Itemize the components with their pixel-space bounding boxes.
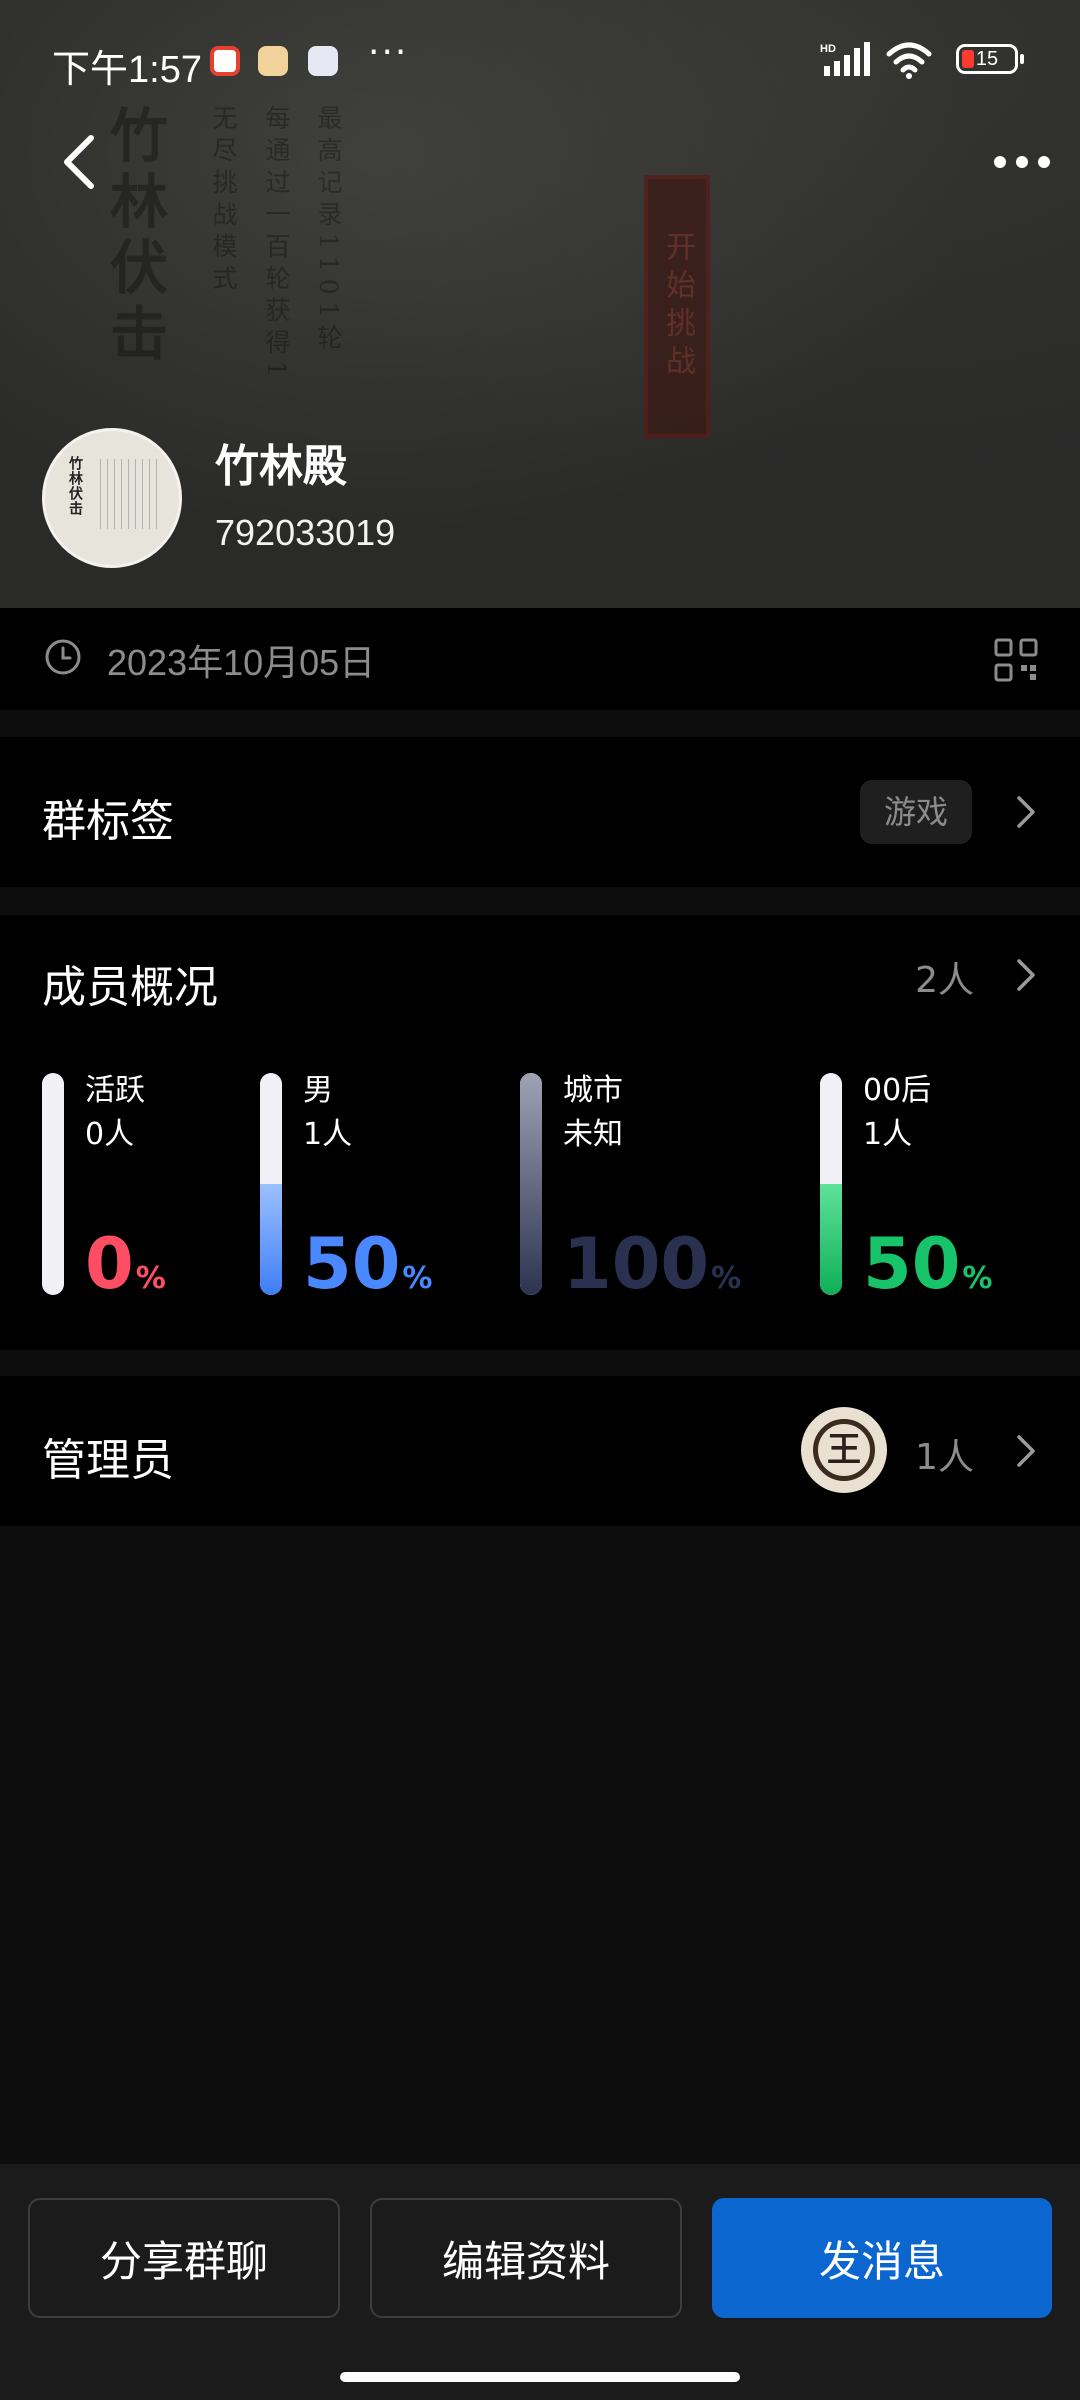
battery-icon: 15 — [956, 44, 1024, 74]
notification-tv-icon — [308, 46, 338, 76]
home-indicator[interactable] — [340, 2372, 740, 2382]
group-tags-row[interactable]: 群标签 游戏 — [0, 737, 1080, 887]
signal-icon: HD — [820, 42, 870, 76]
admin-avatar-glyph: 王 — [827, 1430, 861, 1470]
created-date-row: 2023年10月05日 — [0, 608, 1080, 710]
share-group-button[interactable]: 分享群聊 — [28, 2198, 340, 2318]
stat-male-bar — [260, 1073, 282, 1295]
bottom-action-bar: 分享群聊 编辑资料 发消息 — [0, 2164, 1080, 2400]
svg-text:HD: HD — [820, 43, 836, 55]
admins-row[interactable]: 管理员 王 1人 — [0, 1376, 1080, 1526]
battery-level: 15 — [975, 48, 999, 70]
clock-icon — [45, 639, 81, 675]
member-count: 2人 — [915, 960, 974, 1001]
wifi-icon — [886, 42, 932, 79]
qr-code-icon[interactable] — [994, 638, 1038, 682]
group-tags-title: 群标签 — [42, 796, 174, 847]
stat-city-percent: 100% — [563, 1223, 742, 1305]
stat-active-label: 活跃 — [85, 1073, 145, 1108]
stat-age-label: 00后 — [863, 1073, 932, 1108]
avatar-lines — [100, 459, 160, 529]
admins-title: 管理员 — [42, 1435, 174, 1486]
stat-male-label: 男 — [303, 1073, 333, 1108]
cover-line2-text: 最高记录1101轮 — [314, 105, 343, 357]
chevron-right-icon — [1017, 959, 1035, 991]
admin-count: 1人 — [915, 1437, 974, 1478]
stat-male-percent: 50% — [303, 1223, 433, 1305]
cover-line1-text: 每通过一百轮获得1 — [262, 105, 291, 384]
status-time: 下午1:57 — [52, 49, 202, 91]
avatar-text: 竹林伏击 — [67, 456, 83, 516]
stat-active-count: 0人 — [85, 1117, 135, 1152]
stat-city-bar — [520, 1073, 542, 1295]
created-date: 2023年10月05日 — [107, 642, 376, 683]
status-bar: 下午1:57 ··· HD 15 — [0, 30, 1080, 92]
stat-age-bar — [820, 1073, 842, 1295]
send-message-button[interactable]: 发消息 — [712, 2198, 1052, 2318]
cover-stamp: 开始挑战 — [644, 175, 710, 438]
stat-city-value: 未知 — [563, 1117, 623, 1152]
cover-subtitle-text: 无尽挑战模式 — [209, 105, 238, 297]
chevron-right-icon — [1017, 796, 1035, 828]
member-overview-title: 成员概况 — [42, 962, 218, 1013]
member-overview-card: 成员概况 2人 活跃 0人 0% 男 1人 50% 城市 未知 100% 00后… — [0, 915, 1080, 1350]
notification-send-icon — [258, 46, 288, 76]
group-avatar[interactable]: 竹林伏击 — [42, 428, 182, 568]
chevron-right-icon — [1017, 1435, 1035, 1467]
more-options-icon[interactable] — [992, 150, 1052, 174]
back-arrow-icon[interactable] — [55, 132, 105, 192]
stat-active-bar — [42, 1073, 64, 1295]
stat-age-percent: 50% — [863, 1223, 993, 1305]
tag-chip: 游戏 — [859, 780, 972, 844]
admin-avatar: 王 — [801, 1407, 887, 1493]
stat-city-label: 城市 — [563, 1073, 623, 1108]
group-id: 792033019 — [215, 512, 396, 553]
notification-more-icon: ··· — [368, 32, 409, 73]
stat-age-count: 1人 — [863, 1117, 913, 1152]
stat-male-count: 1人 — [303, 1117, 353, 1152]
edit-profile-button[interactable]: 编辑资料 — [370, 2198, 682, 2318]
notification-app-icon — [210, 46, 240, 76]
group-name: 竹林殿 — [215, 441, 347, 492]
stat-active-percent: 0% — [85, 1223, 166, 1305]
